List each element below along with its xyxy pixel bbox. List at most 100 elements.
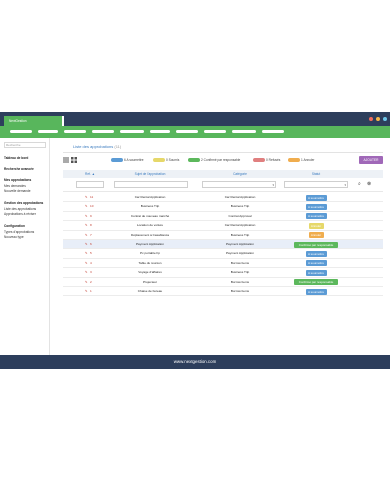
row-ref[interactable]: 10	[90, 202, 104, 211]
column-header-status[interactable]: Statut	[284, 170, 348, 178]
sidebar-item[interactable]: Nouveau type	[4, 235, 24, 239]
row-subject: Voyage d'affaires	[138, 270, 162, 275]
nav-item[interactable]	[176, 130, 198, 133]
clear-filter-icon[interactable]: ⊗	[367, 182, 371, 187]
row-ref[interactable]: 2	[90, 278, 104, 287]
status-badge: Confirmé par responsable	[294, 241, 338, 248]
row-ref[interactable]: 1	[90, 287, 104, 296]
row-ref-icon: ✎	[85, 223, 88, 228]
row-ref-icon: ✎	[85, 270, 88, 275]
row-ref[interactable]: 7	[90, 231, 104, 240]
row-subject: Car Rental Application	[134, 195, 166, 199]
row-ref[interactable]: 6	[90, 240, 104, 249]
legend-label: 2 Confirmé par responsable	[201, 158, 241, 162]
row-ref[interactable]: 5	[90, 249, 104, 258]
chevron-down-icon: ▾	[344, 183, 346, 187]
nav-item[interactable]	[232, 130, 256, 133]
status-filter-select[interactable]: ▾	[284, 181, 348, 188]
minimize-dot-icon[interactable]	[369, 117, 373, 121]
legend-swatch	[188, 158, 200, 162]
row-category: Contrat Approval	[228, 213, 252, 218]
sidebar-item[interactable]: Approbations à réviser	[4, 212, 36, 216]
nav-item[interactable]	[10, 130, 32, 133]
row-category: Business Trip	[230, 204, 250, 209]
divider	[63, 152, 383, 153]
footer: www.nextgestion.com	[0, 355, 390, 369]
row-ref[interactable]: 9	[90, 212, 104, 221]
ref-filter-input[interactable]	[76, 181, 104, 188]
grid-view-icon[interactable]	[71, 157, 77, 163]
subject-filter-input[interactable]	[114, 181, 188, 188]
sidebar-item[interactable]: Types d'approbations	[4, 230, 34, 234]
sidebar-item[interactable]: Recherche avancée	[4, 167, 34, 171]
status-badge: A soumettre	[305, 204, 327, 210]
nav-item[interactable]	[262, 130, 284, 133]
row-ref-icon: ✎	[85, 195, 88, 199]
nav-item[interactable]	[120, 130, 144, 133]
legend-swatch	[153, 158, 165, 162]
row-ref[interactable]: 3	[90, 268, 104, 277]
add-button[interactable]: AJOUTER	[359, 156, 383, 164]
row-category: Payment Application	[225, 242, 255, 246]
column-header-subject[interactable]: Sujet de l'approbation	[110, 170, 190, 178]
list-view-icon[interactable]	[63, 157, 69, 163]
status-badge: Confirmé par responsable	[294, 279, 338, 286]
row-ref[interactable]: 4	[90, 259, 104, 268]
sidebar-item[interactable]: Liste des approbations	[4, 207, 36, 211]
row-ref-icon: ✎	[85, 279, 88, 284]
row-ref-icon: ✎	[85, 242, 88, 246]
status-badge: Annuler	[308, 222, 324, 229]
row-subject: Projecteur	[142, 279, 158, 284]
sidebar-search-input[interactable]: Recherche	[4, 142, 46, 148]
row-subject: Payment Application	[135, 242, 165, 246]
legend-swatch	[253, 158, 265, 162]
browser-tab[interactable]: NextGestion	[4, 116, 62, 126]
sidebar-item[interactable]: Nouvelle demande	[4, 189, 31, 193]
legend-item: 0 Soumis	[153, 158, 179, 163]
row-category: Business Trip	[230, 270, 250, 275]
row-category: Borrow Items	[230, 289, 250, 293]
legend-item: 0 Refusés	[253, 158, 280, 163]
column-header-category[interactable]: Catégorie	[200, 170, 280, 178]
row-subject: Table du réunion	[138, 260, 162, 265]
sidebar-item[interactable]: Mes demandes	[4, 184, 26, 188]
sidebar-item[interactable]: Mes approbations	[4, 178, 31, 182]
close-dot-icon[interactable]	[383, 117, 387, 121]
page-title: Liste des approbations (11)	[73, 144, 121, 149]
status-badge: A soumettre	[305, 251, 327, 257]
legend-item: 6 A soumettre	[111, 158, 144, 163]
row-category: Car Rental Application	[224, 223, 256, 228]
sidebar-item[interactable]: Tableau de bord	[4, 156, 28, 160]
row-category: Business Trip	[230, 232, 250, 237]
search-icon[interactable]: ⌕	[358, 182, 361, 187]
legend-swatch	[288, 158, 300, 162]
chevron-down-icon: ▾	[272, 183, 274, 187]
nav-item[interactable]	[204, 130, 226, 133]
legend-item: 1 Annuler	[288, 158, 314, 163]
nav-item[interactable]	[150, 130, 170, 133]
row-subject: Location de voiture	[136, 223, 164, 228]
row-ref-icon: ✎	[85, 260, 88, 265]
status-badge: A soumettre	[305, 288, 327, 295]
sidebar-item[interactable]: Gestion des approbations	[4, 201, 43, 205]
nav-item[interactable]	[92, 130, 114, 133]
row-subject: Déplacement à Casablanca	[130, 232, 169, 237]
nav-item[interactable]	[38, 130, 58, 133]
column-header-ref-label: Ref.	[85, 172, 91, 176]
row-ref-icon: ✎	[85, 232, 88, 237]
row-category: Car Rental Application	[224, 195, 256, 199]
legend-label: 6 A soumettre	[124, 158, 144, 162]
sidebar-item[interactable]: Configuration	[4, 224, 25, 228]
status-badge: A soumettre	[305, 213, 327, 220]
status-badge: Annuler	[308, 232, 324, 239]
maximize-dot-icon[interactable]	[376, 117, 380, 121]
row-ref[interactable]: 11	[90, 193, 104, 202]
row-subject: Pc portable hp	[140, 251, 160, 256]
category-filter-select[interactable]: ▾	[202, 181, 276, 188]
status-badge: A soumettre	[305, 194, 327, 201]
column-header-ref[interactable]: Ref. ▲	[82, 170, 98, 178]
status-badge: A soumettre	[305, 260, 327, 267]
row-ref[interactable]: 8	[90, 221, 104, 230]
nav-item[interactable]	[64, 130, 86, 133]
row-ref-icon: ✎	[85, 289, 88, 293]
